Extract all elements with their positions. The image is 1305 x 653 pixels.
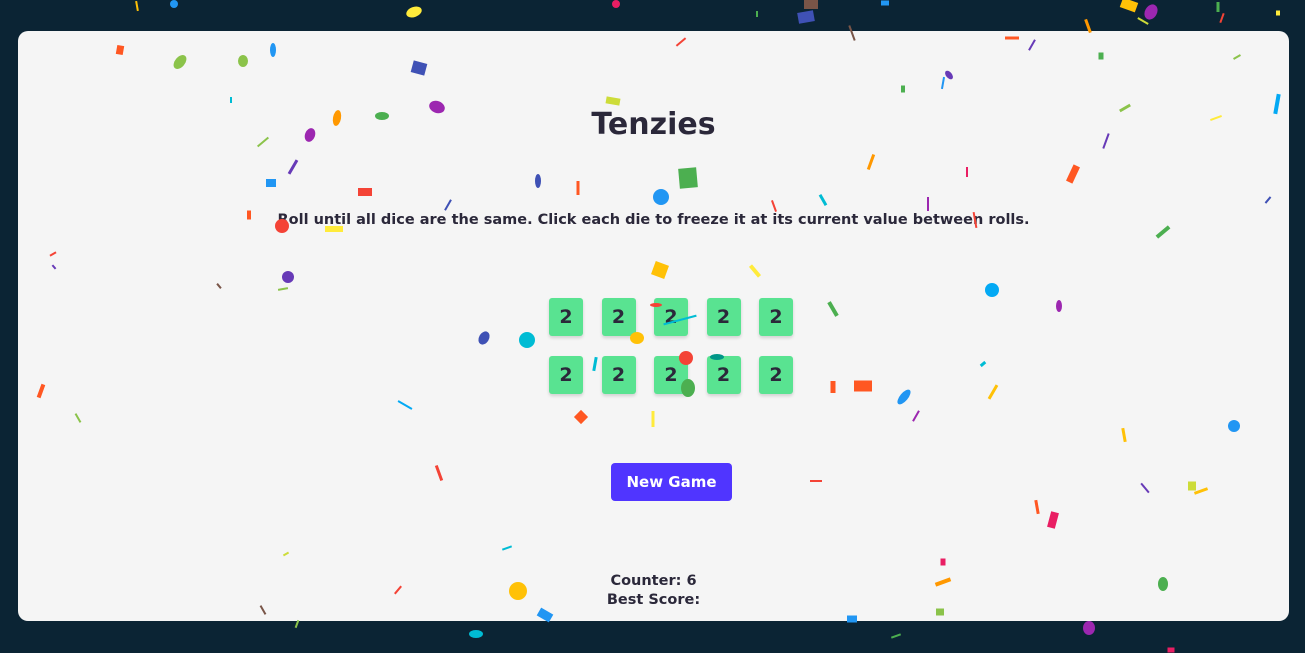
confetti-piece [612,0,620,8]
die-6[interactable]: 2 [549,356,583,394]
die-2[interactable]: 2 [601,298,636,336]
page-title: Tenzies [591,107,716,142]
die-3[interactable]: 2 [654,298,688,336]
die-5[interactable]: 2 [759,298,793,336]
confetti-piece [797,10,815,24]
confetti-piece [804,0,818,9]
die-8[interactable]: 2 [654,356,688,394]
confetti-piece [1219,12,1225,24]
confetti-piece [1144,4,1158,20]
confetti-piece [1083,621,1095,635]
new-game-button[interactable]: New Game [611,463,732,501]
die-4[interactable]: 2 [706,298,741,336]
confetti-piece [1276,10,1280,16]
app-stage: Tenzies Roll until all dice are the same… [0,0,1305,653]
confetti-piece [1167,647,1175,653]
die-10[interactable]: 2 [759,356,793,394]
confetti-piece [881,0,889,6]
confetti-piece [1216,2,1220,12]
counter-text: Counter: 6 [610,573,697,589]
confetti-piece [890,633,902,639]
stats-panel: Counter: 6 Best Score: [18,572,1289,610]
confetti-piece [756,11,758,17]
die-7[interactable]: 2 [601,356,636,394]
confetti-piece [469,630,483,638]
best-score-text: Best Score: [606,592,701,608]
instructions-text: Roll until all dice are the same. Click … [277,212,1030,228]
confetti-piece [170,0,178,8]
confetti-piece [1137,17,1149,25]
confetti-piece [294,619,300,629]
die-1[interactable]: 2 [549,298,583,336]
game-card: Tenzies Roll until all dice are the same… [18,31,1289,621]
confetti-piece [1119,0,1139,13]
die-9[interactable]: 2 [706,356,741,394]
confetti-piece [135,0,139,12]
dice-grid: 2 2 2 2 2 2 2 2 2 2 [549,298,793,394]
confetti-piece [406,6,422,18]
